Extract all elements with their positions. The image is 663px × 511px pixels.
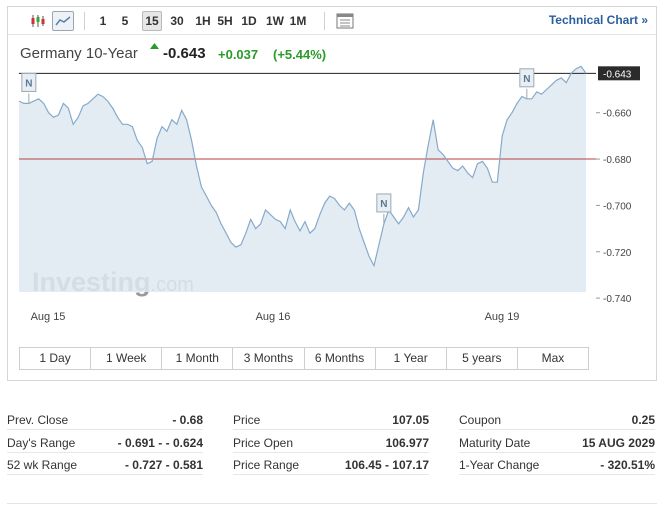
divider: [7, 503, 657, 504]
stat-prev-close: Prev. Close - 0.68: [7, 408, 203, 430]
stat-day-s-range: Day's Range - 0.691 - - 0.624: [7, 431, 203, 453]
y-tick-label: -0.660: [603, 109, 632, 120]
stat-label: Price: [233, 413, 261, 427]
y-tick-label: -0.720: [603, 248, 632, 259]
stat-coupon: Coupon 0.25: [459, 408, 655, 430]
stat-value: - 0.68: [172, 413, 203, 427]
stat-value: 15 AUG 2029: [582, 436, 655, 450]
stat-label: Price Open: [233, 436, 294, 450]
stat-label: Day's Range: [7, 436, 76, 450]
news-marker-label: N: [380, 199, 387, 210]
news-marker-label: N: [25, 78, 32, 89]
news-marker-label: N: [523, 74, 530, 85]
stat-value: 0.25: [631, 413, 655, 427]
x-tick-label: Aug 16: [256, 311, 291, 323]
stat-value: 106.45 - 107.17: [344, 458, 429, 472]
range-button-1-month[interactable]: 1 Month: [162, 348, 234, 369]
x-tick-label: Aug 15: [31, 311, 66, 323]
stat-52-wk-range: 52 wk Range - 0.727 - 0.581: [7, 453, 203, 475]
range-button-1-day[interactable]: 1 Day: [20, 348, 92, 369]
stat-1-year-change: 1-Year Change - 320.51%: [459, 453, 655, 475]
stat-label: Maturity Date: [459, 436, 531, 450]
instrument-name: Germany 10-Year: [20, 45, 138, 62]
price-change-percent: (+5.44%): [273, 47, 327, 62]
stat-price-range: Price Range 106.45 - 107.17: [233, 453, 429, 475]
stat-price-open: Price Open 106.977: [233, 431, 429, 453]
last-price: -0.643: [163, 45, 206, 62]
stat-label: Price Range: [233, 458, 300, 472]
price-change: +0.037: [218, 47, 259, 62]
stat-value: - 0.691 - - 0.624: [117, 436, 203, 450]
range-selector: 1 Day 1 Week 1 Month 3 Months 6 Months 1 Year…: [19, 347, 589, 370]
stat-value: 106.977: [385, 436, 429, 450]
stat-price: Price 107.05: [233, 408, 429, 430]
y-tick-label: -0.740: [603, 294, 632, 305]
range-button-3-months[interactable]: 3 Months: [233, 348, 305, 369]
stat-value: - 320.51%: [600, 458, 655, 472]
y-tick-label: -0.700: [603, 201, 632, 212]
range-button-max[interactable]: Max: [517, 348, 588, 369]
stat-maturity-date: Maturity Date 15 AUG 2029: [459, 431, 655, 453]
chart-widget: 1515301H5H1D1W1M Technical Chart » Inves…: [7, 6, 657, 381]
range-button-5-years[interactable]: 5 years: [446, 348, 518, 369]
stat-label: Prev. Close: [7, 413, 69, 427]
range-button-6-months[interactable]: 6 Months: [304, 348, 376, 369]
range-button-1-week[interactable]: 1 Week: [91, 348, 163, 369]
y-tick-label: -0.643: [603, 69, 632, 80]
stat-label: 1-Year Change: [459, 458, 540, 472]
x-tick-label: Aug 19: [485, 311, 520, 323]
up-arrow-icon: [150, 43, 159, 49]
stat-value: - 0.727 - 0.581: [124, 458, 203, 472]
stat-label: Coupon: [459, 413, 502, 427]
y-tick-label: -0.680: [603, 155, 632, 166]
stat-value: 107.05: [392, 413, 429, 427]
stat-label: 52 wk Range: [7, 458, 78, 472]
range-button-1-year[interactable]: 1 Year: [375, 348, 447, 369]
